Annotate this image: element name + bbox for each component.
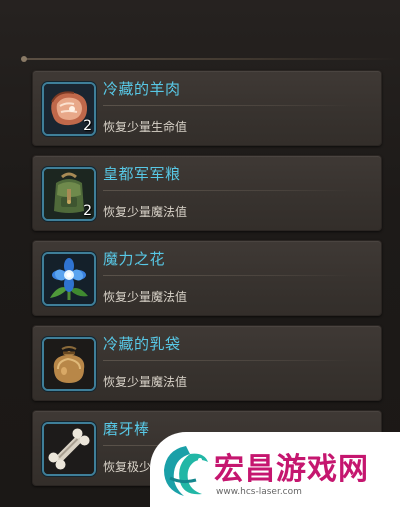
blue-flower-icon bbox=[44, 254, 94, 304]
item-icon-slot[interactable]: 2 bbox=[42, 167, 96, 221]
item-description: 恢复少量魔法值 bbox=[103, 290, 188, 304]
site-watermark: 宏昌游戏网 www.hcs-laser.com bbox=[150, 432, 400, 507]
item-icon-slot[interactable]: 2 bbox=[42, 82, 96, 136]
watermark-title: 宏昌游戏网 bbox=[214, 452, 369, 487]
item-quantity: 2 bbox=[83, 118, 92, 134]
item-name: 魔力之花 bbox=[103, 250, 166, 268]
item-description: 恢复少量魔法值 bbox=[103, 205, 188, 219]
item-name: 冷藏的羊肉 bbox=[103, 80, 181, 98]
item-description: 恢复极少 bbox=[103, 460, 152, 474]
item-divider bbox=[103, 190, 353, 191]
item-divider bbox=[103, 275, 353, 276]
item-icon-slot[interactable] bbox=[42, 337, 96, 391]
item-card-army-ration[interactable]: 2 皇都军军粮 恢复少量魔法值 bbox=[32, 155, 382, 231]
item-description: 恢复少量生命值 bbox=[103, 120, 188, 134]
item-name: 磨牙棒 bbox=[103, 420, 150, 438]
item-card-magic-flower[interactable]: 魔力之花 恢复少量魔法值 bbox=[32, 240, 382, 316]
item-icon-slot[interactable] bbox=[42, 422, 96, 476]
item-name: 冷藏的乳袋 bbox=[103, 335, 181, 353]
milk-pouch-icon bbox=[44, 339, 94, 389]
item-name: 皇都军军粮 bbox=[103, 165, 181, 183]
item-description: 恢复少量魔法值 bbox=[103, 375, 188, 389]
item-quantity: 2 bbox=[83, 203, 92, 219]
item-divider bbox=[103, 360, 353, 361]
item-icon-slot[interactable] bbox=[42, 252, 96, 306]
bone-stick-icon bbox=[44, 424, 94, 474]
dragon-logo-icon bbox=[164, 446, 208, 496]
item-divider bbox=[103, 105, 353, 106]
watermark-url: www.hcs-laser.com bbox=[216, 487, 302, 497]
item-card-frozen-mutton[interactable]: 2 冷藏的羊肉 恢复少量生命值 bbox=[32, 70, 382, 146]
inventory-panel: 2 冷藏的羊肉 恢复少量生命值 2 皇都军军粮 恢复少量魔法值 魔力之花 恢复少… bbox=[0, 0, 400, 507]
item-card-frozen-milk-pouch[interactable]: 冷藏的乳袋 恢复少量魔法值 bbox=[32, 325, 382, 401]
